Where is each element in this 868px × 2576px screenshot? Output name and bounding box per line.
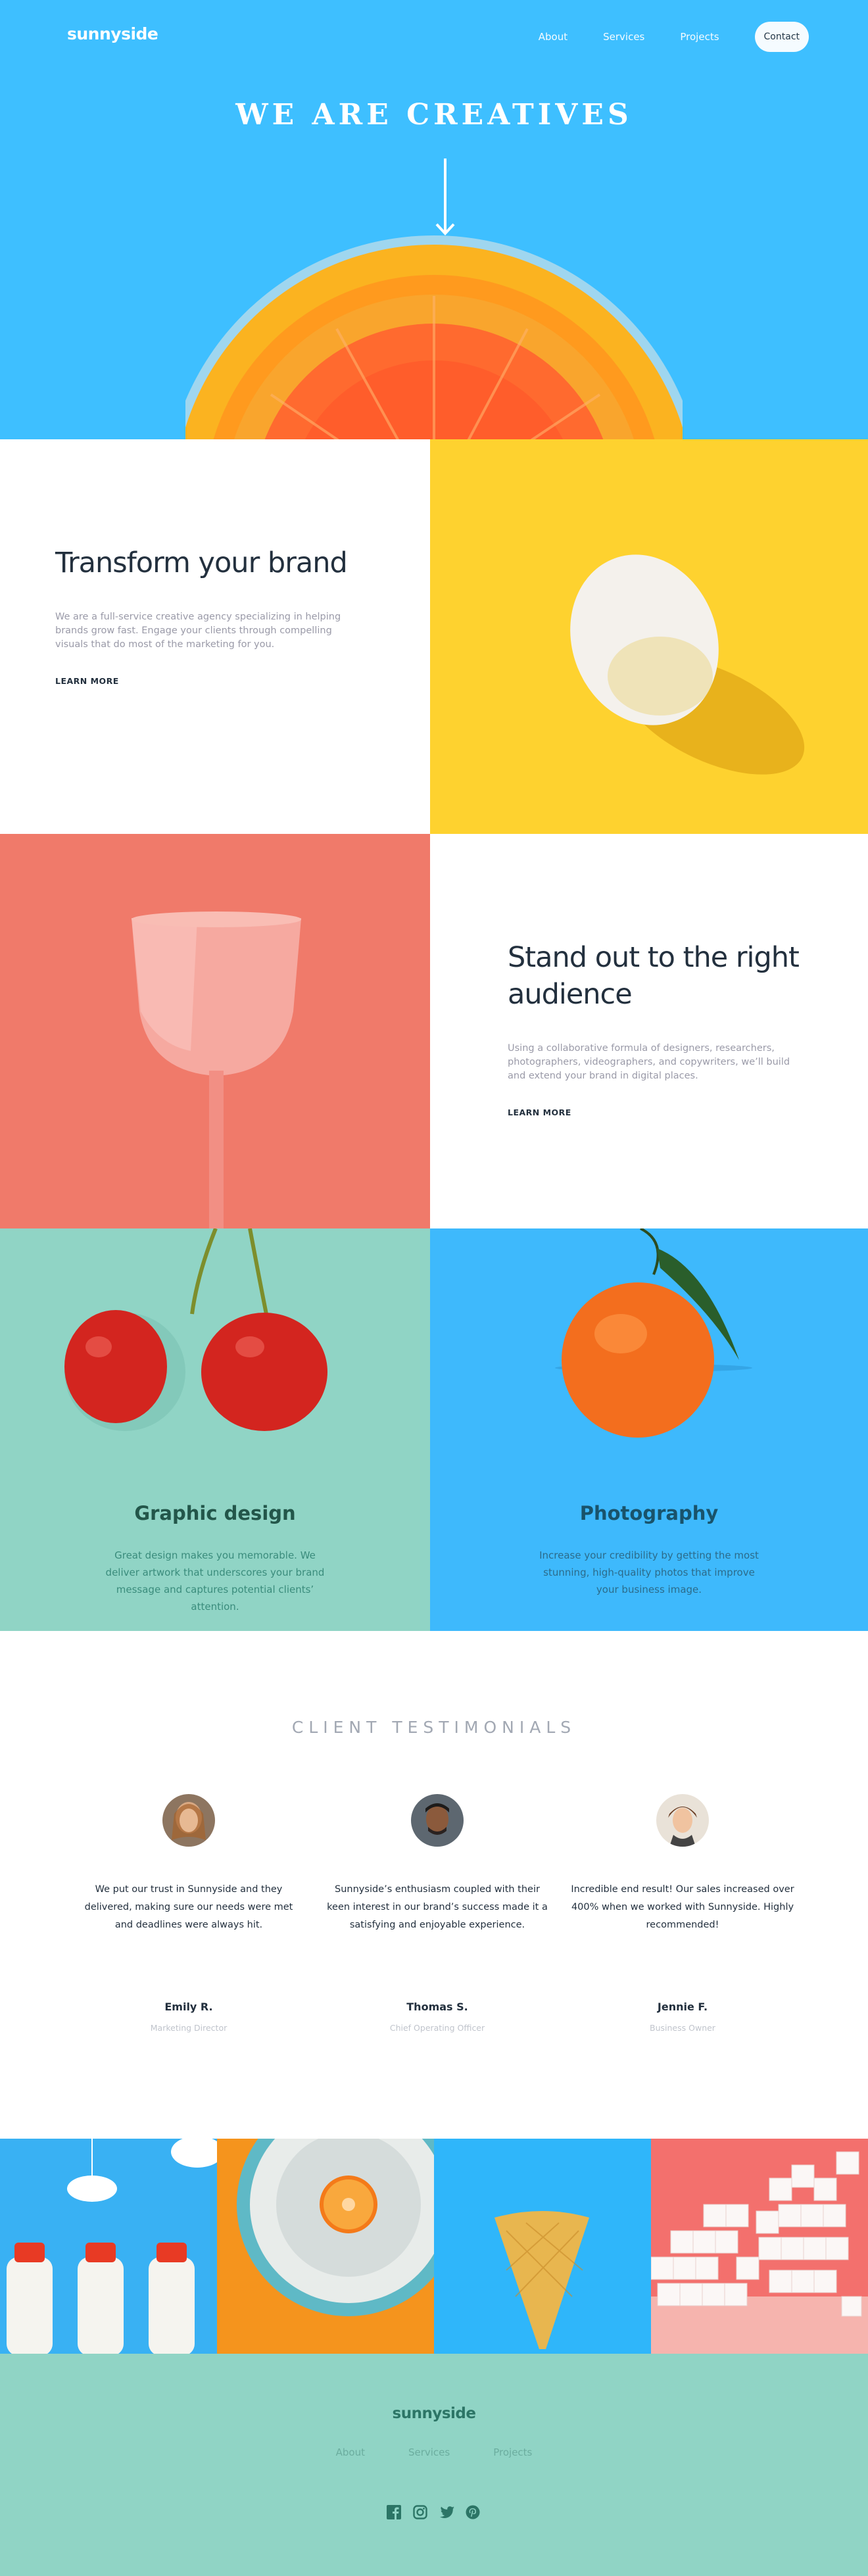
testimonial-name: Jennie F.	[657, 2001, 708, 2013]
testimonial-role: Chief Operating Officer	[389, 2023, 485, 2033]
transform-body: We are a full-service creative agency sp…	[55, 612, 341, 650]
testimonial-card: Incredible end result! Our sales increas…	[571, 1794, 794, 2033]
testimonial-quote: Incredible end result! Our sales increas…	[571, 1884, 794, 1930]
photography-title: Photography	[579, 1502, 719, 1524]
standout-section: Stand out to the right audience Using a …	[430, 834, 868, 1228]
facebook-icon[interactable]	[387, 2505, 402, 2521]
testimonial-card: We put our trust in Sunnyside and they d…	[77, 1794, 301, 2033]
testimonial-card: Sunnyside’s enthusiasm coupled with thei…	[326, 1794, 549, 2033]
testimonials-heading: CLIENT TESTIMONIALS	[291, 1718, 577, 1737]
egg-image	[430, 439, 868, 834]
nav-link-services[interactable]: Services	[603, 31, 644, 43]
testimonial-quote: Sunnyside’s enthusiasm coupled with thei…	[327, 1884, 548, 1930]
footer-link-services[interactable]: Services	[408, 2446, 450, 2458]
egg-illustration	[570, 554, 805, 775]
transform-learn-more-link[interactable]: LEARN MORE	[53, 676, 121, 687]
main-nav: About Services Projects Contact	[503, 22, 809, 52]
footer-nav: About Services Projects	[0, 2446, 868, 2458]
orange-slice-image	[185, 235, 683, 439]
photography-body: Increase your credibility by getting the…	[539, 1549, 759, 1595]
footer-link-projects[interactable]: Projects	[493, 2446, 532, 2458]
standout-body: Using a collaborative formula of designe…	[508, 1043, 790, 1081]
nav-link-about[interactable]: About	[539, 31, 567, 43]
hero-section: sunnyside About Services Projects Contac…	[0, 0, 868, 439]
hero-title: WE ARE CREATIVES	[235, 98, 633, 132]
glass-image	[0, 834, 430, 1228]
avatar-jennie	[656, 1794, 709, 1847]
gallery-orange-plate-image	[217, 2139, 434, 2354]
contact-button[interactable]: Contact	[754, 22, 809, 52]
gallery	[0, 2139, 868, 2354]
footer-logo[interactable]: sunnyside	[0, 2405, 868, 2422]
nav-link-projects[interactable]: Projects	[680, 31, 719, 43]
instagram-icon[interactable]	[413, 2505, 429, 2521]
ice-cream-cone-illustration	[494, 2211, 589, 2349]
graphic-design-title: Graphic design	[134, 1502, 296, 1524]
standout-learn-more-link[interactable]: LEARN MORE	[506, 1107, 573, 1119]
footer-link-about[interactable]: About	[336, 2446, 365, 2458]
testimonial-quote: We put our trust in Sunnyside and they d…	[84, 1884, 293, 1930]
transform-title: Transform your brand	[55, 547, 348, 579]
testimonial-name: Emily R.	[164, 2001, 213, 2013]
graphic-design-body: Great design makes you memorable. We del…	[105, 1549, 325, 1613]
graphic-design-section: Graphic design Great design makes you me…	[0, 1228, 430, 1631]
social-links	[0, 2505, 868, 2521]
site-logo[interactable]: sunnyside	[67, 24, 158, 43]
gallery-sugar-cubes-image	[651, 2139, 868, 2354]
transform-section: Transform your brand We are a full-servi…	[0, 439, 434, 834]
sugar-cubes-illustration	[651, 2151, 868, 2354]
orange-plate-illustration	[237, 2139, 434, 2316]
standout-title: Stand out to the right audience	[508, 941, 800, 1011]
gallery-ice-cream-cone-image	[434, 2139, 651, 2354]
glass-illustration	[132, 911, 301, 1228]
twitter-icon[interactable]	[439, 2505, 455, 2521]
footer: sunnyside About Services Projects	[0, 2354, 868, 2576]
milk-bottles-illustration	[7, 2139, 217, 2354]
pinterest-icon[interactable]	[466, 2505, 481, 2521]
avatar-emily	[162, 1794, 215, 1847]
testimonial-name: Thomas S.	[406, 2001, 468, 2013]
arrow-down-icon	[435, 158, 455, 235]
testimonial-role: Business Owner	[650, 2023, 715, 2033]
photography-section: Photography Increase your credibility by…	[430, 1228, 868, 1631]
gallery-milk-bottles-image	[0, 2139, 217, 2354]
testimonial-role: Marketing Director	[150, 2023, 228, 2033]
avatar-thomas	[411, 1794, 464, 1847]
